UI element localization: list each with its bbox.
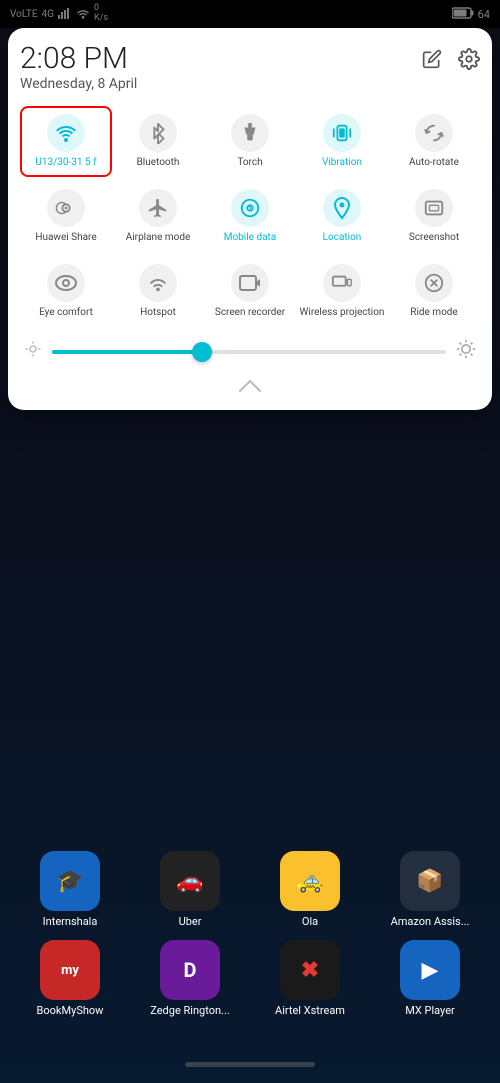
time-date-block: 2:08 PM Wednesday, 8 April — [20, 44, 137, 92]
toggle-ridemode[interactable]: Ride mode — [388, 256, 480, 327]
huaweishare-toggle-icon — [47, 189, 85, 227]
mobiledata-toggle-label: Mobile data — [224, 232, 277, 244]
panel-date: Wednesday, 8 April — [20, 76, 137, 92]
screenshot-toggle-icon — [415, 189, 453, 227]
edit-icon[interactable] — [422, 49, 442, 72]
location-toggle-label: Location — [323, 232, 362, 244]
app-bookmyshow[interactable]: my BookMyShow — [25, 940, 115, 1017]
app-row-2: my BookMyShow D Zedge Rington... ✖ Airte… — [0, 934, 500, 1023]
app-row-1: 🎓 Internshala 🚗 Uber 🚕 Ola 📦 Amazon Assi… — [0, 845, 500, 934]
airplanemode-toggle-icon — [139, 189, 177, 227]
mxplayer-icon: ▶ — [400, 940, 460, 1000]
screenshot-toggle-label: Screenshot — [409, 232, 459, 244]
uber-label: Uber — [145, 915, 235, 928]
wirelessprojection-toggle-label: Wireless projection — [300, 307, 385, 319]
bookmyshow-label: BookMyShow — [25, 1004, 115, 1017]
ola-label: Ola — [265, 915, 355, 928]
autorotate-toggle-label: Auto-rotate — [409, 157, 459, 169]
toggle-vibration[interactable]: Vibration — [296, 106, 388, 177]
toggle-mobiledata[interactable]: 1 Mobile data — [204, 181, 296, 252]
brightness-row — [20, 331, 480, 368]
app-mxplayer[interactable]: ▶ MX Player — [385, 940, 475, 1017]
screenrecorder-toggle-icon — [231, 264, 269, 302]
location-toggle-icon — [323, 189, 361, 227]
vibration-toggle-icon — [323, 114, 361, 152]
eyecomfort-toggle-label: Eye comfort — [39, 307, 93, 319]
toggle-wirelessprojection[interactable]: Wireless projection — [296, 256, 388, 327]
hotspot-toggle-label: Hotspot — [140, 307, 176, 319]
settings-icon[interactable] — [458, 48, 480, 73]
vibration-toggle-label: Vibration — [322, 157, 362, 169]
screenrecorder-toggle-label: Screen recorder — [215, 307, 285, 319]
brightness-high-icon — [456, 339, 476, 364]
toggle-wifi[interactable]: U13/30-31 5 f — [20, 106, 112, 177]
toggle-huaweishare[interactable]: Huawei Share — [20, 181, 112, 252]
ola-icon: 🚕 — [280, 851, 340, 911]
airtel-label: Airtel Xstream — [265, 1004, 355, 1017]
uber-icon: 🚗 — [160, 851, 220, 911]
huaweishare-toggle-label: Huawei Share — [35, 232, 96, 244]
quick-settings-panel: 2:08 PM Wednesday, 8 April U13/30-31 5 f — [8, 28, 492, 410]
app-internshala[interactable]: 🎓 Internshala — [25, 851, 115, 928]
brightness-track[interactable] — [52, 350, 446, 354]
bookmyshow-icon: my — [40, 940, 100, 1000]
toggle-row-1: U13/30-31 5 f Bluetooth Torch Vibration — [20, 106, 480, 177]
airplanemode-toggle-label: Airplane mode — [126, 232, 191, 244]
mxplayer-label: MX Player — [385, 1004, 475, 1017]
brightness-low-icon — [24, 340, 42, 363]
ridemode-toggle-icon — [415, 264, 453, 302]
toggle-torch[interactable]: Torch — [204, 106, 296, 177]
toggle-row-3: Eye comfort Hotspot Screen recorder Wire… — [20, 256, 480, 327]
brightness-thumb[interactable] — [192, 342, 212, 362]
wirelessprojection-toggle-icon — [323, 264, 361, 302]
ridemode-toggle-label: Ride mode — [410, 307, 457, 319]
airtel-icon: ✖ — [280, 940, 340, 1000]
toggle-hotspot[interactable]: Hotspot — [112, 256, 204, 327]
wifi-toggle-icon — [47, 114, 85, 152]
toggle-airplanemode[interactable]: Airplane mode — [112, 181, 204, 252]
zedge-label: Zedge Rington... — [145, 1004, 235, 1017]
amazon-icon: 📦 — [400, 851, 460, 911]
toggle-location[interactable]: Location — [296, 181, 388, 252]
brightness-fill — [52, 350, 202, 354]
toggle-eyecomfort[interactable]: Eye comfort — [20, 256, 112, 327]
app-amazon[interactable]: 📦 Amazon Assis... — [385, 851, 475, 928]
eyecomfort-toggle-icon — [47, 264, 85, 302]
app-zedge[interactable]: D Zedge Rington... — [145, 940, 235, 1017]
apps-section: 🎓 Internshala 🚗 Uber 🚕 Ola 📦 Amazon Assi… — [0, 845, 500, 1023]
mobiledata-toggle-icon: 1 — [231, 189, 269, 227]
toggle-autorotate[interactable]: Auto-rotate — [388, 106, 480, 177]
internshala-icon: 🎓 — [40, 851, 100, 911]
amazon-label: Amazon Assis... — [385, 915, 475, 928]
toggle-screenshot[interactable]: Screenshot — [388, 181, 480, 252]
zedge-icon: D — [160, 940, 220, 1000]
wifi-toggle-label: U13/30-31 5 f — [35, 157, 96, 169]
autorotate-toggle-icon — [415, 114, 453, 152]
toggle-bluetooth[interactable]: Bluetooth — [112, 106, 204, 177]
toggle-screenrecorder[interactable]: Screen recorder — [204, 256, 296, 327]
panel-action-icons — [422, 48, 480, 73]
app-ola[interactable]: 🚕 Ola — [265, 851, 355, 928]
panel-time: 2:08 PM — [20, 44, 137, 74]
swipe-indicator — [20, 368, 480, 400]
bluetooth-toggle-icon — [139, 114, 177, 152]
torch-toggle-label: Torch — [237, 157, 262, 169]
app-uber[interactable]: 🚗 Uber — [145, 851, 235, 928]
panel-header: 2:08 PM Wednesday, 8 April — [20, 44, 480, 92]
hotspot-toggle-icon — [139, 264, 177, 302]
app-airtel[interactable]: ✖ Airtel Xstream — [265, 940, 355, 1017]
internshala-label: Internshala — [25, 915, 115, 928]
chevron-up-icon — [238, 374, 262, 398]
torch-toggle-icon — [231, 114, 269, 152]
toggle-row-2: Huawei Share Airplane mode 1 Mobile data… — [20, 181, 480, 252]
bluetooth-toggle-label: Bluetooth — [137, 157, 180, 169]
